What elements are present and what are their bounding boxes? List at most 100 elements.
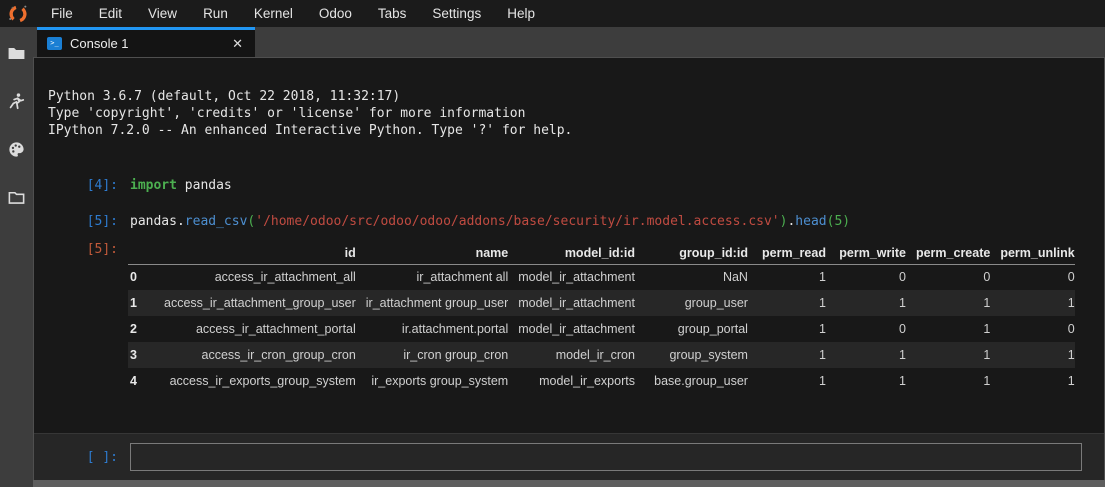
menu-item-file[interactable]: File [38, 0, 86, 27]
table-cell: 0 [826, 316, 906, 342]
input-cell-4: [4]: import pandas [34, 178, 1104, 193]
table-row: 2access_ir_attachment_portalir.attachmen… [128, 316, 1075, 342]
table-cell: 1 [990, 290, 1074, 316]
table-cell: 1 [990, 368, 1074, 394]
table-cell: 0 [128, 264, 154, 290]
table-cell: access_ir_attachment_portal [154, 316, 356, 342]
code-token: . [177, 214, 185, 229]
tab-label: Console 1 [70, 36, 230, 51]
code-token: head [795, 214, 826, 229]
left-sidebar [0, 27, 33, 487]
dataframe-output: idnamemodel_id:idgroup_id:idperm_readper… [128, 242, 1075, 394]
table-header-cell: model_id:id [508, 242, 635, 264]
console-code-input[interactable] [130, 443, 1082, 471]
menu-item-help[interactable]: Help [494, 0, 548, 27]
input-prompt: [5]: [34, 214, 118, 229]
file-browser-icon[interactable] [7, 44, 26, 63]
console-input-area: [ ]: [34, 433, 1104, 480]
odoo-sh-logo [7, 3, 29, 25]
table-cell: group_user [635, 290, 748, 316]
table-cell: 1 [826, 342, 906, 368]
menu-item-kernel[interactable]: Kernel [241, 0, 306, 27]
code-line: pandas.read_csv('/home/odoo/src/odoo/odo… [130, 214, 850, 229]
table-header-cell: perm_unlink [990, 242, 1074, 264]
output-cell-5: [5]: idnamemodel_id:idgroup_id:idperm_re… [34, 242, 1104, 394]
empty-input-prompt: [ ]: [34, 450, 118, 465]
menu-items: FileEditViewRunKernelOdooTabsSettingsHel… [38, 0, 548, 27]
table-cell: 0 [990, 316, 1074, 342]
table-cell: 1 [748, 316, 826, 342]
menu-item-tabs[interactable]: Tabs [365, 0, 420, 27]
table-row: 1access_ir_attachment_group_userir_attac… [128, 290, 1075, 316]
table-cell: access_ir_attachment_group_user [154, 290, 356, 316]
menu-item-edit[interactable]: Edit [86, 0, 135, 27]
table-cell: model_ir_cron [508, 342, 635, 368]
menu-bar: FileEditViewRunKernelOdooTabsSettingsHel… [0, 0, 1105, 27]
table-header-cell: name [356, 242, 508, 264]
table-cell: access_ir_attachment_all [154, 264, 356, 290]
open-tabs-icon[interactable] [7, 188, 26, 207]
command-palette-icon[interactable] [7, 140, 26, 159]
table-cell: 0 [906, 264, 990, 290]
bottom-strip [33, 480, 1105, 487]
table-cell: 1 [906, 290, 990, 316]
banner-line: Python 3.6.7 (default, Oct 22 2018, 11:3… [48, 88, 1104, 105]
table-cell: base.group_user [635, 368, 748, 394]
table-cell: ir_cron group_cron [356, 342, 508, 368]
table-header-row: idnamemodel_id:idgroup_id:idperm_readper… [128, 242, 1075, 264]
table-cell: 0 [826, 264, 906, 290]
table-cell: 1 [748, 342, 826, 368]
table-cell: ir_attachment all [356, 264, 508, 290]
input-cell-5: [5]: pandas.read_csv('/home/odoo/src/odo… [34, 214, 1104, 229]
table-cell: 0 [990, 264, 1074, 290]
table-cell: ir.attachment.portal [356, 316, 508, 342]
table-cell: 1 [826, 368, 906, 394]
menu-item-run[interactable]: Run [190, 0, 241, 27]
code-line: import pandas [130, 178, 232, 193]
table-header-cell: perm_read [748, 242, 826, 264]
code-token: import [130, 178, 177, 193]
table-cell: 2 [128, 316, 154, 342]
output-prompt: [5]: [34, 242, 118, 394]
dataframe-table: idnamemodel_id:idgroup_id:idperm_readper… [128, 242, 1075, 394]
table-cell: group_system [635, 342, 748, 368]
table-cell: model_ir_attachment [508, 264, 635, 290]
table-header-cell: perm_create [906, 242, 990, 264]
banner-line: IPython 7.2.0 -- An enhanced Interactive… [48, 122, 1104, 139]
console-icon: >_ [47, 37, 62, 50]
table-row: 3access_ir_cron_group_cronir_cron group_… [128, 342, 1075, 368]
table-header-cell: id [154, 242, 356, 264]
table-cell: 1 [128, 290, 154, 316]
code-token: pandas [177, 178, 232, 193]
console-panel: Python 3.6.7 (default, Oct 22 2018, 11:3… [33, 57, 1105, 480]
running-sessions-icon[interactable] [7, 92, 26, 111]
menu-item-view[interactable]: View [135, 0, 190, 27]
code-token: pandas [130, 214, 177, 229]
tab-console-1[interactable]: >_ Console 1 ✕ [37, 27, 255, 57]
menu-item-settings[interactable]: Settings [419, 0, 494, 27]
console-history: Python 3.6.7 (default, Oct 22 2018, 11:3… [34, 58, 1104, 433]
code-token: ) [842, 214, 850, 229]
table-cell: model_ir_attachment [508, 290, 635, 316]
python-banner: Python 3.6.7 (default, Oct 22 2018, 11:3… [48, 88, 1104, 139]
table-cell: ir_exports group_system [356, 368, 508, 394]
close-icon[interactable]: ✕ [230, 36, 245, 52]
table-cell: group_portal [635, 316, 748, 342]
input-prompt: [4]: [34, 178, 118, 193]
table-cell: ir_attachment group_user [356, 290, 508, 316]
table-cell: 1 [906, 368, 990, 394]
table-cell: 1 [906, 342, 990, 368]
table-cell: 1 [906, 316, 990, 342]
table-header-cell: group_id:id [635, 242, 748, 264]
table-row: 4access_ir_exports_group_systemir_export… [128, 368, 1075, 394]
table-cell: access_ir_cron_group_cron [154, 342, 356, 368]
menu-item-odoo[interactable]: Odoo [306, 0, 365, 27]
table-cell: 1 [748, 290, 826, 316]
table-cell: 1 [990, 342, 1074, 368]
table-cell: 1 [748, 264, 826, 290]
table-header-cell: perm_write [826, 242, 906, 264]
table-cell: access_ir_exports_group_system [154, 368, 356, 394]
table-header-cell [128, 242, 154, 264]
code-token: read_csv [185, 214, 248, 229]
table-row: 0access_ir_attachment_allir_attachment a… [128, 264, 1075, 290]
